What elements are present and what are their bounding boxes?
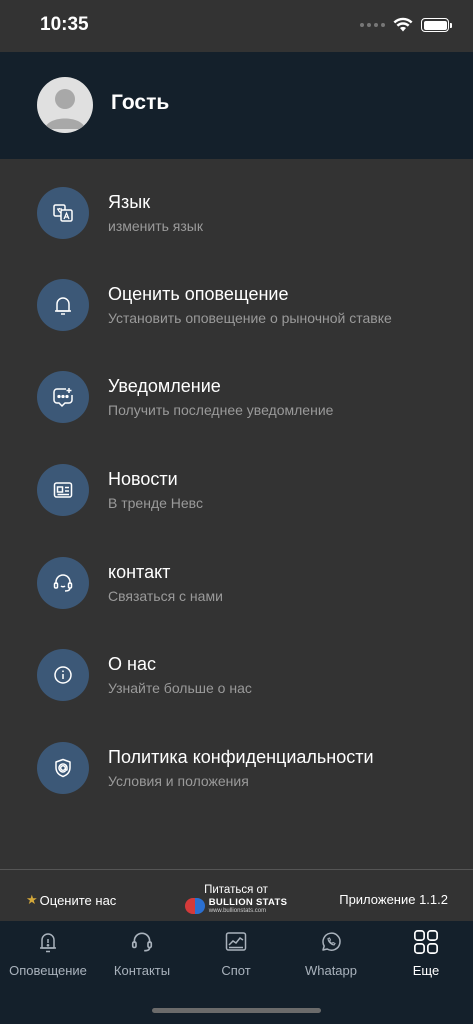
menu-item-privacy[interactable]: Политика конфиденциальности Условия и по… [0,715,473,807]
headset-icon [37,557,89,609]
rate-us-label: Оцените нас [39,892,117,908]
menu-title: Язык [108,192,151,212]
logo-name: BULLION STATS [208,897,288,909]
menu-subtitle: В тренде Невс [108,495,203,511]
menu-title: Оценить оповещение [108,284,289,304]
menu-subtitle: Условия и положения [108,773,249,789]
home-indicator[interactable] [152,1008,321,1013]
menu-subtitle: изменить язык [108,218,203,234]
menu-item-contact[interactable]: контакт Связаться с нами [0,530,473,622]
status-icons [360,14,452,36]
menu-title: Уведомление [108,376,221,396]
powered-by[interactable]: Питаться от BULLION STATS www.bullionsta… [176,884,296,914]
avatar [37,77,93,133]
grid-icon [413,929,439,955]
chat-add-icon [37,371,89,423]
footer: ★ Оцените нас Питаться от BULLION STATS … [0,869,473,921]
menu-item-news[interactable]: Новости В тренде Невс [0,437,473,529]
signal-icon [360,23,385,27]
alert-icon [37,279,89,331]
tab-label: Контакты [113,963,171,978]
menu-subtitle: Получить последнее уведомление [108,402,334,418]
tab-more[interactable]: Еще [396,929,456,979]
profile-name: Гость [111,91,170,114]
bullion-stats-logo: BULLION STATS www.bullionstats.com [176,898,296,914]
menu-item-about[interactable]: О нас Узнайте больше о нас [0,622,473,714]
menu-title: Новости [108,469,178,489]
info-icon [37,649,89,701]
alert-icon [35,929,61,955]
tab-contacts[interactable]: Контакты [108,929,176,979]
rate-us-link[interactable]: ★ Оцените нас [26,892,116,908]
shield-icon [37,742,89,794]
logo-url: www.bullionstats.com [208,907,267,914]
battery-icon [421,18,452,32]
tab-label: Еще [412,963,440,978]
tab-whatsapp[interactable]: Whatapp [296,929,366,979]
menu-title: Политика конфиденциальности [108,747,374,767]
tab-label: Whatapp [304,963,358,978]
news-icon [37,464,89,516]
whatsapp-icon [318,929,344,955]
app-version: Приложение 1.1.2 [339,892,448,907]
logo-mark-icon [184,898,205,914]
wifi-icon [393,17,413,32]
profile-header[interactable]: Гость [0,52,473,159]
menu-subtitle: Установить оповещение о рыночной ставке [108,310,392,326]
status-bar: 10:35 [0,0,473,50]
menu-item-rate-alert[interactable]: Оценить оповещение Установить оповещение… [0,252,473,344]
tab-label: Оповещение [9,963,87,978]
user-icon [45,89,85,129]
menu-subtitle: Узнайте больше о нас [108,680,252,696]
menu-item-notification[interactable]: Уведомление Получить последнее уведомлен… [0,344,473,436]
headset-icon [129,929,155,955]
status-time: 10:35 [40,14,89,35]
tab-spot[interactable]: Спот [206,929,266,979]
menu-item-language[interactable]: Язык изменить язык [0,160,473,252]
chart-icon [223,929,249,955]
powered-by-label: Питаться от [204,884,268,896]
menu-title: О нас [108,654,156,674]
star-icon: ★ [26,892,38,907]
tab-alerts[interactable]: Оповещение [6,929,90,979]
menu-title: контакт [108,562,171,582]
translate-icon [37,187,89,239]
tab-label: Спот [221,963,251,978]
menu-subtitle: Связаться с нами [108,588,223,604]
